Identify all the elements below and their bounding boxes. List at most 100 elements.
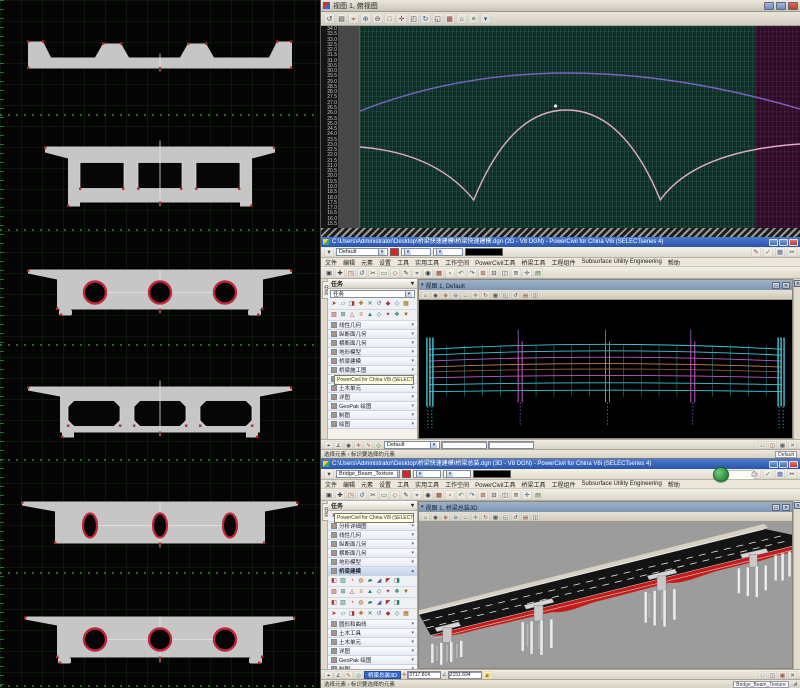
toolbar-icon[interactable]: ↷ <box>467 268 477 278</box>
bridge-tool-icon[interactable]: ▥ <box>339 599 347 607</box>
view-toggle-icon[interactable]: ▦ <box>778 671 787 679</box>
toolbox-icon[interactable]: ⊞ <box>339 311 347 319</box>
toolbar-icon[interactable]: ◉ <box>423 490 433 500</box>
toolbar-icon[interactable]: ⊖ <box>372 13 383 24</box>
toolbar-icon[interactable]: ✂ <box>368 268 378 278</box>
view-tool-icon[interactable]: ⊕ <box>441 291 450 299</box>
locate-icon[interactable]: ◎ <box>374 441 383 449</box>
ai-pen-icon[interactable]: ✎ <box>344 671 353 679</box>
toolbox-icon[interactable]: ▧ <box>330 311 338 319</box>
view-tool-icon[interactable]: ⊕ <box>441 513 450 521</box>
task-section-row[interactable]: 桥梁建模 ▾ <box>328 357 417 366</box>
view-tool-icon[interactable]: ↺ <box>511 513 520 521</box>
bridge-tool-icon[interactable]: ▦ <box>402 610 410 618</box>
toolbox-icon[interactable]: ▱ <box>339 300 347 308</box>
snap-icon[interactable]: ◉ <box>344 441 353 449</box>
line-style-combo[interactable]: ▾ <box>401 248 431 256</box>
task-section-row[interactable]: 详图 ▾ <box>328 393 417 402</box>
view-tool-icon[interactable]: ✛ <box>471 513 480 521</box>
toolbar-icon[interactable]: ▦ <box>434 490 444 500</box>
task-section-row[interactable]: 线性几何 ▾ <box>328 321 417 330</box>
snap-icon[interactable]: ⌖ <box>324 441 333 449</box>
toolbox-icon[interactable]: ➤ <box>330 300 338 308</box>
level-combo[interactable]: Bridge_Beam_Texture ▾ <box>336 470 400 478</box>
bridge-tool-icon[interactable]: ◇ <box>375 588 383 596</box>
toolbar-icon[interactable]: ▾ <box>480 13 491 24</box>
toolbar-icon[interactable]: ◳ <box>346 268 356 278</box>
render-canvas[interactable] <box>419 522 792 668</box>
view-tool-icon[interactable]: ↻ <box>481 513 490 521</box>
menu-item[interactable]: 帮助 <box>668 480 680 489</box>
active-color-swatch[interactable] <box>390 248 399 256</box>
toolbar-icon[interactable]: ⊟ <box>489 268 499 278</box>
menu-item[interactable]: 桥梁工具 <box>521 480 545 489</box>
toolbar-icon[interactable]: ✎ <box>401 268 411 278</box>
bridge-tool-icon[interactable]: ▧ <box>330 588 338 596</box>
line-weight-combo[interactable]: ▾ <box>433 248 463 256</box>
toolbox-icon[interactable]: ▼ <box>402 311 410 319</box>
plot-area[interactable]: 34.033.533.032.532.031.531.030.530.029.5… <box>321 26 800 228</box>
view-tool-icon[interactable]: ⊖ <box>451 513 460 521</box>
bridge-tool-icon[interactable]: ✕ <box>366 610 374 618</box>
menu-item[interactable]: 帮助 <box>668 258 680 267</box>
profile-grid[interactable] <box>360 26 800 228</box>
task-section-row[interactable]: 纵断面几何 ▾ <box>328 540 417 549</box>
toolbar-icon[interactable]: ◳ <box>346 490 356 500</box>
toolbar-icon[interactable]: ⊟ <box>489 490 499 500</box>
task-panel-header[interactable]: 任务 ▾ <box>328 279 417 289</box>
active-color-swatch[interactable] <box>402 470 411 478</box>
task-section-row[interactable]: 地形模型 ▾ <box>328 558 417 567</box>
bridge-tool-icon[interactable]: ▱ <box>339 610 347 618</box>
menu-item[interactable]: 设置 <box>379 480 391 489</box>
close-icon[interactable]: ✕ <box>794 280 800 287</box>
level-combo[interactable]: Default ▾ <box>336 248 388 256</box>
bridge-tool-icon[interactable]: ◍ <box>357 577 365 585</box>
snap-icon[interactable]: ⌖ <box>324 671 333 679</box>
active-level-indicator[interactable]: Bridge_Beam_Texture <box>733 681 788 688</box>
toolbox-icon[interactable]: ◆ <box>384 300 392 308</box>
toolbox-icon[interactable]: ❖ <box>393 311 401 319</box>
check-icon[interactable]: ✓ <box>763 469 773 479</box>
menu-item[interactable]: 文件 <box>325 258 337 267</box>
view-tool-icon[interactable]: ▦ <box>491 513 500 521</box>
menu-item[interactable]: 元素 <box>361 480 373 489</box>
menu-item[interactable]: PowerCivil工具 <box>475 258 515 267</box>
toolbox-icon[interactable]: ◇ <box>375 311 383 319</box>
toolbar-icon[interactable]: ↶ <box>456 490 466 500</box>
bridge-tool-icon[interactable]: ◧ <box>330 599 338 607</box>
menu-item[interactable]: 工程组件 <box>551 480 575 489</box>
bridge-tool-icon[interactable]: ↺ <box>375 610 383 618</box>
bridge-tool-icon[interactable]: ◔ <box>348 599 356 607</box>
task-section-row[interactable]: 地形模型 ▾ <box>328 348 417 357</box>
task-section-row[interactable]: 绘图 ▾ <box>328 420 417 429</box>
toolbar-icon[interactable]: ▦ <box>434 268 444 278</box>
locate-icon[interactable]: ◎ <box>354 671 363 679</box>
minimize-button[interactable] <box>769 461 778 468</box>
menu-item[interactable]: 实用工具 <box>415 258 439 267</box>
task-section-row[interactable]: 纵断面几何 ▾ <box>328 330 417 339</box>
brush-icon[interactable]: ▦ <box>775 247 785 257</box>
toolbar-icon[interactable]: ⌖ <box>412 490 422 500</box>
view-titlebar[interactable]: ▾ 视图 1, 桥梁总装3D ▭ ✕ <box>419 502 792 512</box>
toolbox-icon[interactable]: ✦ <box>384 311 392 319</box>
toolbar-icon[interactable]: ◰ <box>408 13 419 24</box>
toolbox-icon[interactable]: ↺ <box>375 300 383 308</box>
snap-icon[interactable]: ∠ <box>334 671 343 679</box>
view-tool-icon[interactable]: ◫ <box>531 291 540 299</box>
pen-icon[interactable]: ✎ <box>751 247 761 257</box>
task-section-row[interactable]: GeoPak 绘图 ▾ <box>328 656 417 665</box>
toolbar-icon[interactable]: ⌖ <box>348 13 359 24</box>
brush-icon[interactable]: ▦ <box>775 469 785 479</box>
view-minimize-icon[interactable]: ▭ <box>772 282 780 289</box>
view-group-combo[interactable]: Default ▾ <box>384 441 440 449</box>
view-tool-icon[interactable]: ⊖ <box>451 291 460 299</box>
bridge-tool-icon[interactable]: ◍ <box>357 599 365 607</box>
lock-icon[interactable]: ▣ <box>483 671 492 679</box>
element-template-icon[interactable]: ▾ <box>324 247 334 257</box>
toolbar-icon[interactable]: ✛ <box>522 490 532 500</box>
maximize-button[interactable] <box>779 461 788 468</box>
view-tool-icon[interactable]: ⌂ <box>421 291 430 299</box>
bridge-tool-icon[interactable]: ▲ <box>366 588 374 596</box>
toolbar-icon[interactable]: ▫ <box>445 490 455 500</box>
task-combo[interactable]: 任务 ▾ <box>330 290 415 298</box>
